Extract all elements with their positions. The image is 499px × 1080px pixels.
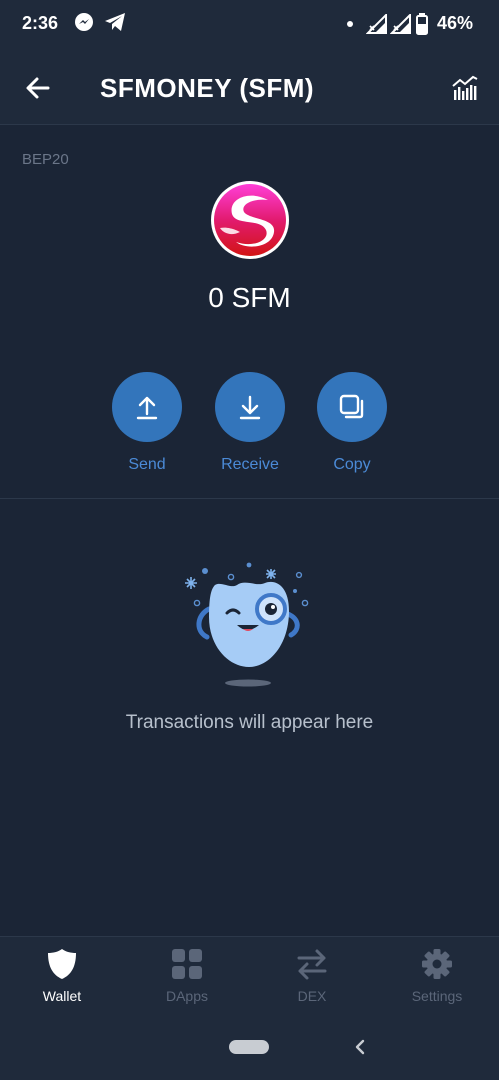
dot-icon: [347, 21, 353, 27]
battery-percent: 46%: [436, 13, 473, 33]
system-nav-bar: [0, 1018, 499, 1080]
network-label: BEP20: [22, 151, 69, 168]
signal-icon: [390, 14, 411, 34]
download-arrow-icon: [239, 395, 261, 420]
upload-arrow-icon: [136, 396, 158, 420]
nav-item-dapps[interactable]: DApps: [125, 937, 249, 1019]
send-label: Send: [128, 456, 166, 473]
token-balance: 0 SFM: [208, 282, 291, 313]
home-pill[interactable]: [229, 1040, 269, 1054]
swap-arrows-icon: [297, 949, 327, 980]
receive-button[interactable]: Receive: [195, 372, 305, 474]
price-chart-icon[interactable]: [451, 74, 479, 102]
system-back-icon[interactable]: [350, 1036, 370, 1058]
messenger-icon: [75, 13, 93, 31]
page-title: SFMONEY (SFM): [100, 73, 315, 103]
telegram-icon: [105, 13, 125, 31]
send-circle[interactable]: [112, 372, 182, 442]
nav-label-wallet: Wallet: [42, 988, 82, 1004]
copy-circle[interactable]: [317, 372, 387, 442]
copy-button[interactable]: Copy: [297, 372, 407, 474]
nav-item-wallet[interactable]: Wallet: [0, 937, 124, 1019]
send-button[interactable]: Send: [92, 372, 202, 474]
grid-icon: [172, 949, 202, 979]
nav-label-dex: DEX: [297, 988, 327, 1004]
status-bar: 2:36 46%: [0, 0, 499, 52]
nav-label-settings: Settings: [411, 988, 463, 1004]
receive-label: Receive: [221, 456, 279, 473]
monocle-mascot-icon: [185, 562, 309, 687]
nav-item-dex[interactable]: DEX: [250, 937, 374, 1019]
status-time: 2:36: [22, 13, 59, 33]
arrow-left-icon[interactable]: [22, 72, 54, 104]
copy-icon: [339, 394, 364, 419]
empty-state-message: Transactions will appear here: [125, 712, 374, 733]
app-bar: SFMONEY (SFM): [0, 52, 499, 125]
gear-icon: [422, 949, 452, 979]
shield-icon: [48, 949, 76, 979]
nav-label-dapps: DApps: [165, 988, 209, 1004]
nav-item-settings[interactable]: Settings: [375, 937, 499, 1019]
receive-circle[interactable]: [215, 372, 285, 442]
battery-icon: [416, 13, 428, 35]
signal-icon: [366, 14, 387, 34]
divider: [0, 498, 499, 499]
bottom-nav: Wallet DApps DEX Settings: [0, 936, 499, 1019]
copy-label: Copy: [333, 456, 371, 473]
sfm-logo-icon: [211, 181, 289, 259]
